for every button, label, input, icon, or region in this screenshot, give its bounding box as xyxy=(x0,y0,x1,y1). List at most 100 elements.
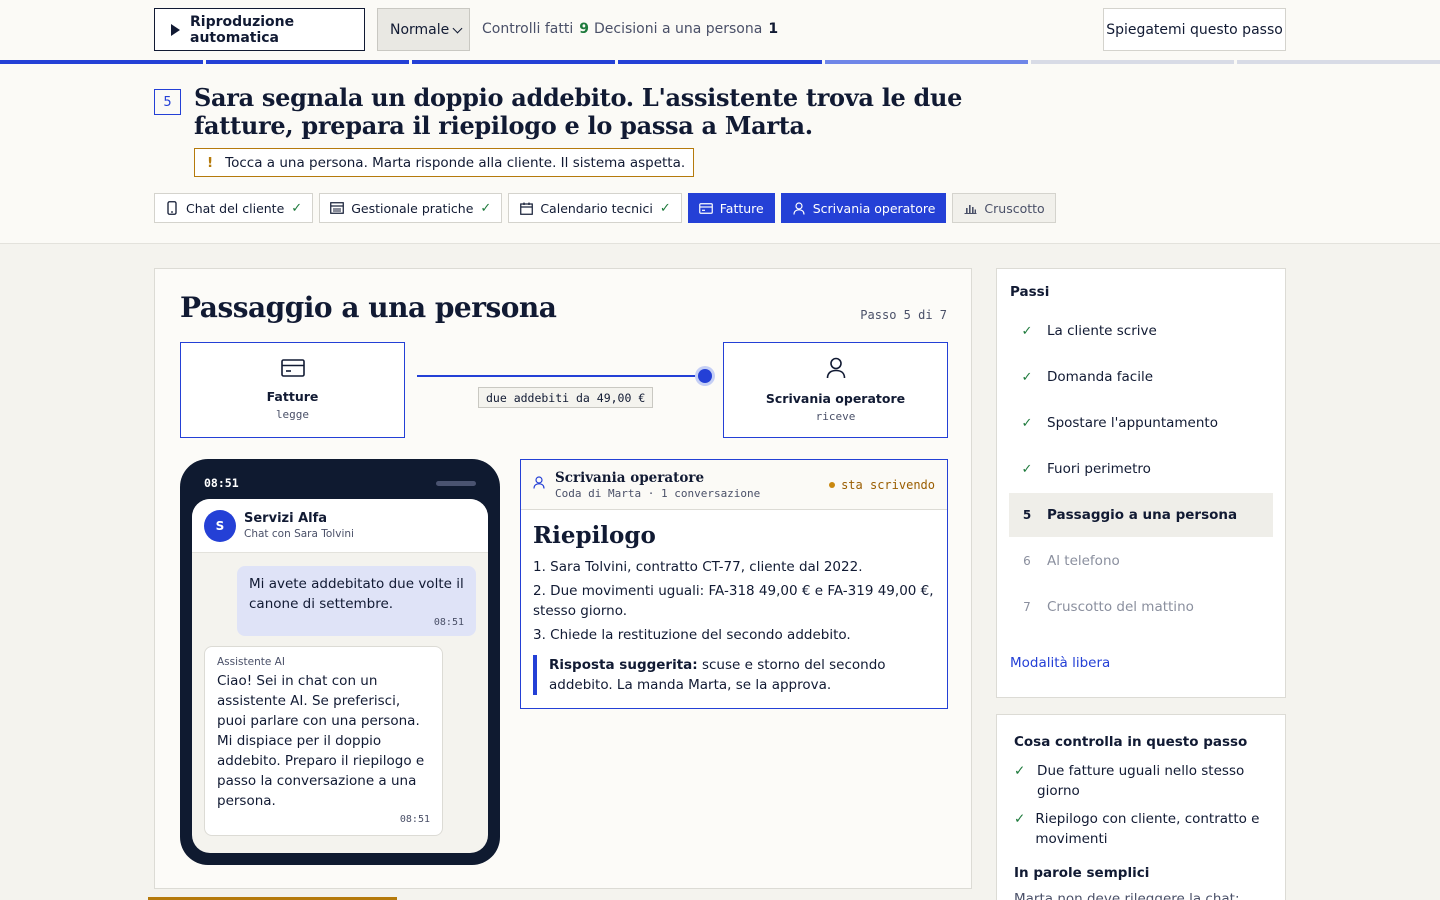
view-tabs: Chat del cliente ✓ Gestionale pratiche ✓… xyxy=(154,193,1056,223)
flow-node-scrivania: Scrivania operatore riceve xyxy=(723,342,948,438)
check-icon: ✓ xyxy=(1014,763,1026,779)
phone-mockup: 08:51 S Servizi Alfa Chat con Sara Tolvi… xyxy=(180,459,500,865)
step-number: 7 xyxy=(1023,600,1031,614)
check-item-label: Due fatture uguali nello stesso giorno xyxy=(1037,763,1245,799)
step-progress-bar xyxy=(0,60,1440,64)
flow-node-sub: legge xyxy=(275,408,310,421)
tab-label: Scrivania operatore xyxy=(812,200,936,216)
sidebar-step-label: Passaggio a una persona xyxy=(1047,507,1238,523)
play-icon xyxy=(171,23,180,36)
status-dot-icon xyxy=(829,482,836,488)
tab-label: Cruscotto xyxy=(984,200,1045,216)
summary-line: 2. Due movimenti uguali: FA-318 49,00 € … xyxy=(533,583,934,619)
tab-cruscotto[interactable]: Cruscotto xyxy=(952,193,1056,223)
calendar-icon xyxy=(519,201,533,215)
operator-desk-card: Scrivania operatore Coda di Marta · 1 co… xyxy=(520,459,948,709)
ai-message-bubble: Assistente AI Ciao! Sei in chat con un a… xyxy=(204,646,443,836)
autoplay-label: Riproduzione automatica xyxy=(190,13,295,46)
stat-checks-value: 9 xyxy=(579,21,589,37)
chat-contact-sub: Chat con Sara Tolvini xyxy=(244,528,354,540)
tab-scrivania[interactable]: Scrivania operatore xyxy=(780,193,947,223)
tab-chat-cliente[interactable]: Chat del cliente ✓ xyxy=(154,193,314,223)
sidebar-step-label: Spostare l'appuntamento xyxy=(1047,415,1218,431)
sidebar-step-7[interactable]: 7 Cruscotto del mattino xyxy=(1009,585,1273,629)
progress-segment xyxy=(824,60,1028,64)
autoplay-button[interactable]: Riproduzione automatica xyxy=(154,8,365,51)
phone-time: 08:51 xyxy=(204,476,239,490)
summary-line: 1. Sara Tolvini, contratto CT-77, client… xyxy=(533,559,863,575)
tab-label: Chat del cliente xyxy=(186,200,285,216)
progress-segment xyxy=(1236,60,1440,64)
sidebar-step-2[interactable]: ✓ Domanda facile xyxy=(1009,355,1273,399)
plain-words-heading: In parole semplici xyxy=(1014,865,1150,881)
chevron-down-icon xyxy=(452,23,463,34)
progress-segment xyxy=(618,60,822,64)
operator-desk-header: Scrivania operatore Coda di Marta · 1 co… xyxy=(521,460,947,510)
check-item-label: Riepilogo con cliente, contratto e movim… xyxy=(1035,811,1260,847)
tab-fatture[interactable]: Fatture xyxy=(687,193,775,223)
message-text: Ciao! Sei in chat con un assistente AI. … xyxy=(217,673,425,809)
stat-handoffs-label: Decisioni a una persona xyxy=(594,21,763,37)
sidebar-step-4[interactable]: ✓ Fuori perimetro xyxy=(1009,447,1273,491)
sidebar-step-1[interactable]: ✓ La cliente scrive xyxy=(1009,309,1273,353)
avatar: S xyxy=(204,509,236,542)
suggested-reply-label: Risposta suggerita: xyxy=(549,657,698,673)
flow-connector-label: due addebiti da 49,00 € xyxy=(478,387,654,408)
check-icon: ✓ xyxy=(1021,461,1033,477)
message-sender: Assistente AI xyxy=(217,656,285,668)
progress-segment xyxy=(206,60,410,64)
check-icon: ✓ xyxy=(1021,369,1033,385)
operator-desk-sub: Coda di Marta · 1 conversazione xyxy=(555,486,761,500)
stat-handoffs: Decisioni a una persona 1 xyxy=(594,21,778,37)
top-area: Riproduzione automatica Normale Controll… xyxy=(0,0,1440,244)
sidebar-step-5[interactable]: 5 Passaggio a una persona xyxy=(1009,493,1273,537)
phone-icon xyxy=(165,201,179,215)
person-icon xyxy=(826,357,846,383)
stat-checks: Controlli fatti 9 xyxy=(482,21,589,37)
sidebar-step-label: Al telefono xyxy=(1047,553,1120,569)
sidebar-step-label: La cliente scrive xyxy=(1047,323,1157,339)
card-icon xyxy=(698,201,713,215)
message-text: Mi avete addebitato due volte il canone … xyxy=(249,576,464,612)
chart-icon xyxy=(963,201,977,215)
step-number-badge: 5 xyxy=(154,89,181,115)
check-icon: ✓ xyxy=(1021,415,1033,431)
typing-status-label: sta scrivendo xyxy=(841,478,935,492)
progress-segment xyxy=(412,60,616,64)
summary-body: Riepilogo 1. Sara Tolvini, contratto CT-… xyxy=(521,510,947,705)
message-time: 08:51 xyxy=(433,617,464,628)
warning-icon: ! xyxy=(207,154,214,171)
progress-segment xyxy=(0,60,204,64)
check-item: ✓ Due fatture uguali nello stesso giorno xyxy=(1014,761,1274,801)
step-number: 6 xyxy=(1023,554,1031,568)
operator-desk-title: Scrivania operatore xyxy=(555,469,705,486)
sidebar-step-3[interactable]: ✓ Spostare l'appuntamento xyxy=(1009,401,1273,445)
chat-contact-name: Servizi Alfa xyxy=(244,511,328,526)
step-title: Sara segnala un doppio addebito. L'assis… xyxy=(194,83,963,140)
step-counter: Passo 5 di 7 xyxy=(860,308,947,322)
flow-node-label: Scrivania operatore xyxy=(765,391,906,406)
tab-calendario[interactable]: Calendario tecnici ✓ xyxy=(508,193,682,223)
tab-label: Gestionale pratiche xyxy=(351,200,474,216)
chat-header: S Servizi Alfa Chat con Sara Tolvini xyxy=(192,499,488,553)
check-icon: ✓ xyxy=(659,200,671,216)
step-checks-panel: Cosa controlla in questo passo ✓ Due fat… xyxy=(996,714,1286,900)
check-icon: ✓ xyxy=(1021,323,1033,339)
sidebar-step-6[interactable]: 6 Al telefono xyxy=(1009,539,1273,583)
free-mode-link[interactable]: Modalità libera xyxy=(1010,655,1110,671)
panel-title: Passaggio a una persona xyxy=(180,291,557,324)
steps-heading: Passi xyxy=(1010,284,1050,300)
check-icon: ✓ xyxy=(1014,811,1026,827)
explain-button[interactable]: Spiegatemi questo passo xyxy=(1103,8,1286,51)
tab-gestionale[interactable]: Gestionale pratiche ✓ xyxy=(319,193,503,223)
sidebar-step-label: Cruscotto del mattino xyxy=(1047,599,1194,615)
message-time: 08:51 xyxy=(399,814,430,825)
flow-node-label: Fatture xyxy=(266,389,319,404)
speed-select[interactable]: Normale xyxy=(377,8,470,51)
flow-connector-dot xyxy=(698,369,712,383)
sidebar-step-label: Domanda facile xyxy=(1047,369,1154,385)
suggested-reply: Risposta suggerita: scuse e storno del s… xyxy=(533,655,935,695)
sidebar-step-label: Fuori perimetro xyxy=(1047,461,1151,477)
tab-label: Fatture xyxy=(719,200,764,216)
typing-status: sta scrivendo xyxy=(829,478,935,492)
